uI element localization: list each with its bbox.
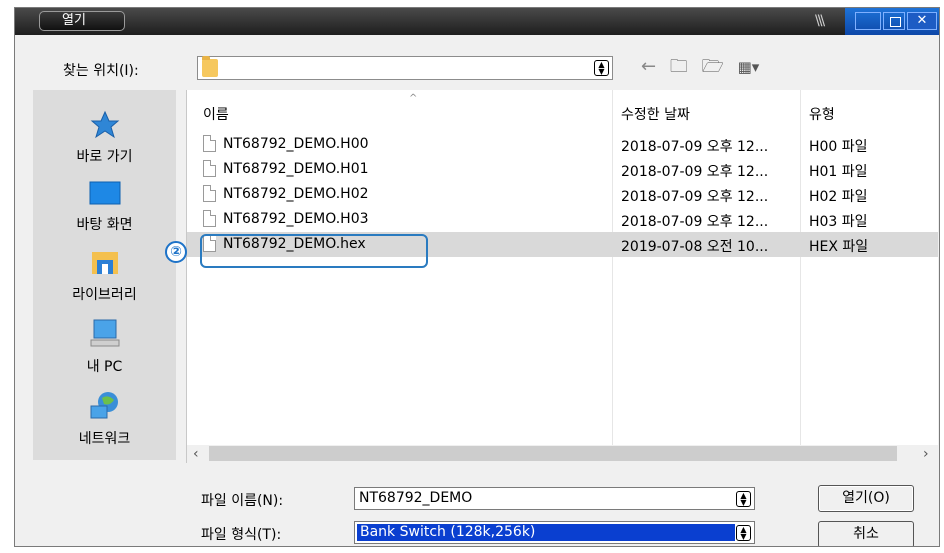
file-row[interactable]: NT68792_DEMO.H01 2018-07-09 오후 12... H01… [187, 157, 938, 182]
open-button[interactable]: 열기(O) [818, 485, 914, 512]
up-folder-icon[interactable]: 🗀 [670, 54, 688, 84]
file-type: HEX 파일 [809, 239, 869, 255]
filename-value: NT68792_DEMO [359, 490, 473, 506]
navigation-toolbar: ← 🗀 🗁 ▦▾ [641, 54, 767, 84]
close-button[interactable]: ✕ [907, 12, 937, 30]
maximize-button[interactable] [883, 12, 905, 30]
filetype-dropdown-icon[interactable]: ▲ ▼ [736, 525, 751, 541]
open-file-dialog: 열기 \\\ ✕ 찾는 위치(I): ▲ ▼ ← 🗀 🗁 ▦▾ 바로 가기 바탕 … [14, 7, 940, 547]
file-name: NT68792_DEMO.H00 [223, 136, 369, 152]
filetype-label: 파일 형식(T): [201, 527, 282, 543]
column-header-date[interactable]: 수정한 날짜 [621, 104, 690, 124]
window-title: 열기 [39, 11, 125, 31]
file-date: 2018-07-09 오후 12... [621, 214, 769, 230]
places-bar: 바로 가기 바탕 화면 라이브러리 내 PC 네트워크 [33, 90, 176, 460]
desktop-icon [89, 181, 120, 205]
file-icon [203, 160, 216, 177]
file-date: 2018-07-09 오후 12... [621, 164, 769, 180]
place-libraries[interactable]: 라이브러리 [33, 246, 176, 304]
minimize-button[interactable] [855, 12, 881, 30]
file-type: H01 파일 [809, 164, 868, 180]
place-label: 내 PC [86, 359, 123, 375]
filename-input[interactable]: NT68792_DEMO ▲ ▼ [354, 487, 755, 510]
filetype-select[interactable]: Bank Switch (128k,256k) ▲ ▼ [354, 521, 755, 544]
callout-highlight [200, 234, 428, 268]
column-header-type[interactable]: 유형 [809, 104, 835, 124]
file-name: NT68792_DEMO.H02 [223, 186, 369, 202]
back-arrow-icon[interactable]: ← [641, 56, 656, 77]
file-row[interactable]: NT68792_DEMO.H00 2018-07-09 오후 12... H00… [187, 132, 938, 157]
place-label: 바탕 화면 [76, 217, 133, 233]
scroll-right-icon[interactable]: › [923, 445, 929, 463]
place-label: 네트워크 [78, 431, 131, 447]
place-desktop[interactable]: 바탕 화면 [33, 180, 176, 234]
file-date: 2019-07-08 오전 10... [621, 239, 769, 255]
title-bar[interactable]: 열기 \\\ ✕ [15, 8, 939, 35]
sort-ascending-icon: ^ [409, 93, 418, 104]
view-menu-icon[interactable]: ▦▾ [738, 58, 760, 76]
file-row[interactable]: NT68792_DEMO.H03 2018-07-09 오후 12... H03… [187, 207, 938, 232]
dropdown-spin-icon[interactable]: ▲ ▼ [594, 60, 609, 76]
look-in-label: 찾는 위치(I): [63, 63, 139, 79]
maximize-icon [890, 17, 901, 27]
file-list[interactable]: ^ 이름 수정한 날짜 유형 NT68792_DEMO.H00 2018-07-… [186, 90, 938, 463]
column-header-name[interactable]: 이름 [203, 104, 229, 124]
file-date: 2018-07-09 오후 12... [621, 139, 769, 155]
window-controls: ✕ [845, 8, 939, 35]
place-label: 바로 가기 [76, 149, 133, 165]
horizontal-scrollbar[interactable]: ‹ › [187, 445, 938, 463]
place-this-pc[interactable]: 내 PC [33, 318, 176, 376]
file-name: NT68792_DEMO.H01 [223, 161, 369, 177]
callout-number: ② [165, 241, 187, 263]
file-icon [203, 135, 216, 152]
file-icon [203, 185, 216, 202]
look-in-dropdown[interactable]: ▲ ▼ [197, 56, 613, 80]
file-type: H00 파일 [809, 139, 868, 155]
file-name: NT68792_DEMO.H03 [223, 211, 369, 227]
filename-label: 파일 이름(N): [201, 493, 284, 509]
file-date: 2018-07-09 오후 12... [621, 189, 769, 205]
library-icon [91, 252, 118, 274]
file-type: H02 파일 [809, 189, 868, 205]
cancel-button[interactable]: 취소 [818, 521, 914, 546]
file-type: H03 파일 [809, 214, 868, 230]
file-icon [203, 210, 216, 227]
folder-icon [202, 56, 218, 77]
file-row[interactable]: NT68792_DEMO.H02 2018-07-09 오후 12... H02… [187, 182, 938, 207]
filetype-value: Bank Switch (128k,256k) [356, 523, 736, 542]
filename-dropdown-icon[interactable]: ▲ ▼ [736, 491, 751, 507]
place-network[interactable]: 네트워크 [33, 390, 176, 448]
grip-icon: \\\ [815, 13, 825, 29]
place-label: 라이브러리 [72, 287, 137, 303]
star-icon [90, 110, 119, 139]
scroll-left-icon[interactable]: ‹ [193, 445, 199, 463]
place-quick-access[interactable]: 바로 가기 [33, 110, 176, 166]
new-folder-icon[interactable]: 🗁 [702, 54, 724, 84]
scrollbar-thumb[interactable] [209, 446, 897, 461]
network-icon [90, 392, 118, 419]
computer-icon [90, 319, 119, 347]
